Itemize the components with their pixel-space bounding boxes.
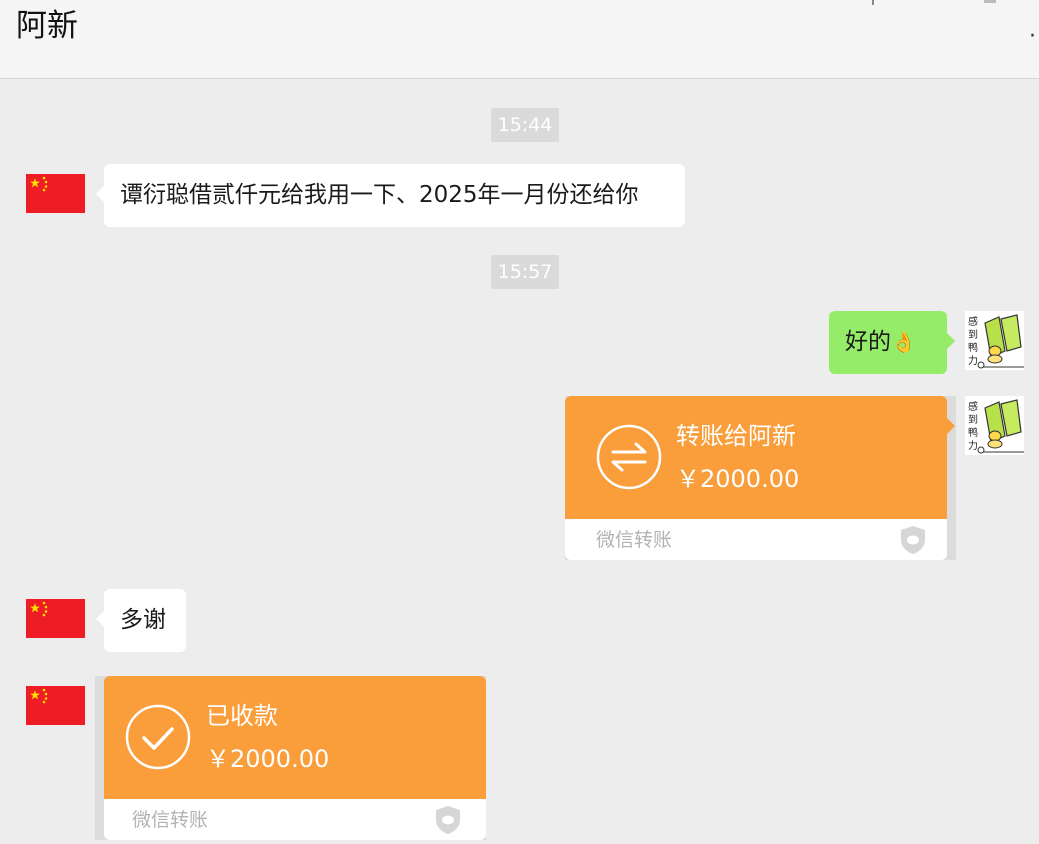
check-circle-icon bbox=[125, 704, 191, 770]
contact-avatar[interactable] bbox=[26, 686, 85, 725]
transfer-card-received[interactable]: 已收款 ￥2000.00 微信转账 bbox=[104, 676, 486, 840]
svg-text:感: 感 bbox=[968, 400, 978, 413]
transfer-source-label: 微信转账 bbox=[596, 529, 673, 551]
self-avatar[interactable]: 感 到 鸭 力 bbox=[965, 396, 1024, 455]
self-avatar[interactable]: 感 到 鸭 力 bbox=[965, 311, 1024, 370]
svg-text:鸭: 鸭 bbox=[968, 426, 978, 439]
svg-text:鸭: 鸭 bbox=[968, 341, 978, 354]
ok-hand-emoji: 👌 bbox=[891, 330, 916, 354]
transfer-amount: ￥2000.00 bbox=[206, 745, 330, 773]
transfer-amount: ￥2000.00 bbox=[676, 465, 800, 493]
transfer-card-sent[interactable]: 转账给阿新 ￥2000.00 微信转账 bbox=[565, 396, 955, 560]
message-bubble-received[interactable]: 多谢 bbox=[96, 589, 186, 652]
svg-text:感: 感 bbox=[968, 315, 978, 328]
transfer-title: 已收款 bbox=[206, 702, 278, 730]
svg-text:到: 到 bbox=[968, 329, 978, 341]
svg-text:力: 力 bbox=[968, 354, 978, 367]
transfer-source-label: 微信转账 bbox=[132, 809, 209, 831]
message-bubble-received[interactable]: 谭衍聪借贰仟元给我用一下、2025年一月份还给你 bbox=[96, 164, 685, 227]
transfer-card-body: 已收款 ￥2000.00 bbox=[104, 676, 486, 799]
transfer-arrows-icon bbox=[596, 424, 662, 490]
chat-header: 阿新 · bbox=[0, 0, 1039, 79]
transfer-card-body: 转账给阿新 ￥2000.00 bbox=[565, 396, 955, 519]
more-options-icon[interactable]: · bbox=[1029, 26, 1039, 48]
timestamp: 15:57 bbox=[491, 255, 559, 289]
contact-avatar[interactable] bbox=[26, 174, 85, 213]
svg-text:力: 力 bbox=[968, 439, 978, 452]
message-bubble-sent[interactable]: 好的👌 bbox=[829, 311, 955, 374]
status-mark bbox=[872, 0, 874, 5]
message-text: 多谢 bbox=[120, 607, 166, 633]
chat-title: 阿新 bbox=[16, 8, 78, 44]
svg-text:到: 到 bbox=[968, 414, 978, 426]
wechat-pay-shield-icon bbox=[434, 805, 462, 839]
contact-avatar[interactable] bbox=[26, 599, 85, 638]
timestamp: 15:44 bbox=[491, 108, 559, 142]
transfer-card-footer: 微信转账 bbox=[104, 799, 486, 840]
message-text: 好的 bbox=[845, 329, 891, 355]
transfer-title: 转账给阿新 bbox=[676, 422, 796, 450]
transfer-card-footer: 微信转账 bbox=[565, 519, 947, 560]
message-text: 谭衍聪借贰仟元给我用一下、2025年一月份还给你 bbox=[120, 182, 639, 208]
wechat-pay-shield-icon bbox=[899, 525, 927, 559]
status-mark bbox=[984, 0, 996, 3]
